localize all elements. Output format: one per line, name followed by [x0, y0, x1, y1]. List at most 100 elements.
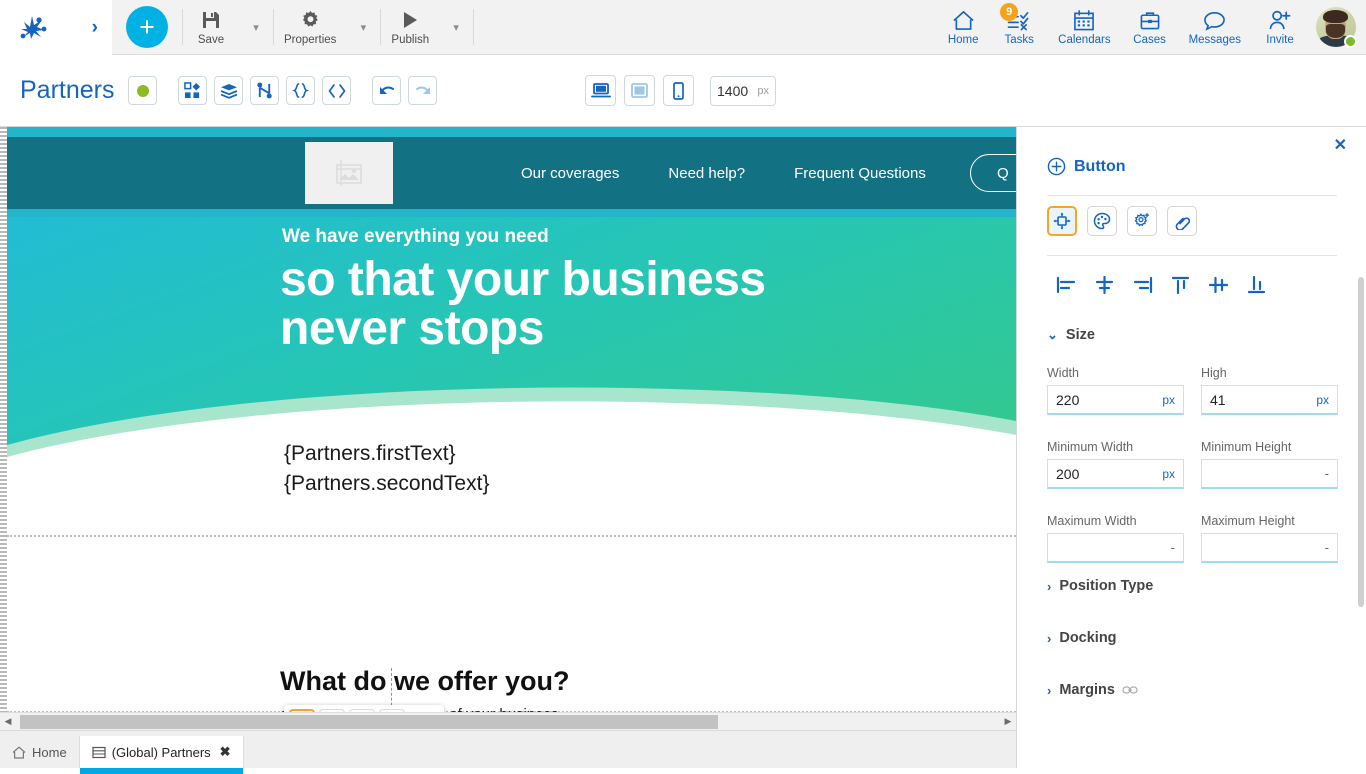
align-middle-vertical-button[interactable] — [1199, 271, 1237, 299]
hero-heading-line2: never stops — [280, 302, 544, 356]
avatar[interactable] — [1316, 7, 1357, 48]
docking-section-header[interactable]: › Docking — [1047, 630, 1117, 646]
size-section-header[interactable]: ⌄ Size — [1047, 327, 1095, 343]
redo-button[interactable] — [408, 76, 438, 105]
link-chain-icon[interactable] — [1122, 685, 1138, 695]
panel-mode-layout-button[interactable] — [1047, 206, 1077, 236]
tool-flow[interactable] — [250, 76, 280, 105]
align-left-button[interactable] — [1047, 271, 1085, 299]
min-width-label: Minimum Width — [1047, 440, 1134, 454]
max-height-input[interactable]: - — [1201, 533, 1338, 563]
chevron-right-icon[interactable]: › — [92, 18, 98, 37]
float-settings-button[interactable] — [349, 708, 375, 712]
scrollbar-thumb[interactable] — [20, 714, 718, 729]
nav-calendars[interactable]: Calendars — [1047, 0, 1121, 55]
scroll-left-arrow-icon[interactable]: ◀ — [0, 716, 16, 727]
undo-button[interactable] — [372, 76, 402, 105]
align-center-horizontal-icon — [1094, 276, 1115, 294]
min-height-input[interactable]: - — [1201, 459, 1338, 489]
position-type-section-header[interactable]: › Position Type — [1047, 578, 1153, 594]
divider — [473, 9, 475, 45]
braces-icon — [292, 82, 310, 99]
viewport-width-unit: px — [757, 84, 769, 97]
width-label: Width — [1047, 366, 1079, 380]
site-nav-link-faq[interactable]: Frequent Questions — [794, 165, 926, 182]
canvas-ruler-left — [0, 127, 7, 712]
panel-mode-buttons — [1047, 206, 1207, 236]
site-nav-links: Our coverages Need help? Frequent Questi… — [521, 165, 975, 182]
nav-invite[interactable]: Invite — [1252, 0, 1308, 55]
tool-layers[interactable] — [214, 76, 244, 105]
nav-tasks-label: Tasks — [1004, 34, 1034, 46]
align-right-button[interactable] — [1123, 271, 1161, 299]
margins-title: Margins — [1059, 682, 1115, 698]
min-width-value: 200 — [1056, 465, 1080, 482]
close-icon[interactable]: ✕ — [1334, 135, 1347, 155]
top-accent-strip — [7, 127, 1016, 137]
panel-mode-link-button[interactable] — [1167, 206, 1197, 236]
page-toolbar: Partners 1400 px — [0, 55, 1366, 162]
scroll-right-arrow-icon[interactable]: ▶ — [1000, 716, 1016, 727]
nav-cases[interactable]: Cases — [1122, 0, 1178, 55]
nav-tasks[interactable]: 9 Tasks — [991, 0, 1047, 55]
align-center-horizontal-button[interactable] — [1085, 271, 1123, 299]
publish-button[interactable]: Publish — [381, 0, 439, 55]
align-bottom-button[interactable] — [1237, 271, 1275, 299]
panel-mode-settings-button[interactable] — [1127, 206, 1157, 236]
hero-heading-line1: so that your business — [280, 253, 766, 306]
viewport-tablet[interactable] — [624, 75, 655, 106]
save-dropdown-caret[interactable]: ▾ — [239, 0, 273, 55]
page-title: Partners — [20, 76, 115, 104]
canvas-horizontal-scrollbar[interactable]: ◀ ▶ — [0, 712, 1016, 730]
tool-components[interactable] — [178, 76, 208, 105]
save-button[interactable]: Save — [183, 0, 239, 55]
high-input[interactable]: 41 px — [1201, 385, 1338, 415]
site-nav-cta[interactable]: Q — [970, 154, 1016, 192]
viewport-mobile[interactable] — [663, 75, 694, 106]
margins-section-header[interactable]: › Margins — [1047, 682, 1138, 698]
design-canvas[interactable]: Our coverages Need help? Frequent Questi… — [0, 127, 1016, 712]
bottom-tab-partners-label: (Global) Partners — [111, 744, 211, 760]
float-more-button[interactable] — [409, 708, 435, 712]
bottom-tab-home[interactable]: Home — [0, 736, 79, 768]
nav-messages[interactable]: Messages — [1178, 0, 1252, 55]
bottom-tab-partners[interactable]: (Global) Partners ✖ — [78, 736, 244, 774]
site-nav-link-coverages[interactable]: Our coverages — [521, 165, 619, 182]
tool-code[interactable] — [322, 76, 352, 105]
brand-zone: › — [0, 0, 112, 55]
add-button[interactable]: + — [126, 6, 168, 48]
brand-logo-icon[interactable] — [18, 14, 48, 40]
calendar-icon — [1073, 8, 1095, 32]
logo-placeholder[interactable] — [305, 142, 393, 204]
close-icon[interactable]: ✖ — [220, 744, 231, 760]
play-icon — [400, 8, 420, 32]
float-link-button[interactable] — [379, 708, 405, 712]
panel-scrollbar-thumb[interactable] — [1358, 277, 1364, 607]
publish-dropdown-caret[interactable]: ▾ — [439, 0, 473, 55]
float-move-resize-button[interactable] — [289, 708, 315, 712]
min-width-input[interactable]: 200 px — [1047, 459, 1184, 489]
page-status-indicator[interactable] — [128, 76, 158, 105]
nav-home[interactable]: Home — [935, 0, 991, 55]
site-nav-link-help[interactable]: Need help? — [668, 165, 745, 182]
viewport-desktop[interactable] — [585, 75, 616, 106]
width-input[interactable]: 220 px — [1047, 385, 1184, 415]
hero-heading: so that your business never stops — [280, 255, 766, 354]
scrollbar-track[interactable] — [16, 713, 1000, 731]
plus-circle-icon — [1047, 157, 1066, 176]
properties-button[interactable]: Properties — [274, 0, 346, 55]
width-value: 220 — [1056, 391, 1080, 408]
panel-mode-style-button[interactable] — [1087, 206, 1117, 236]
website-preview: Our coverages Need help? Frequent Questi… — [7, 127, 1016, 495]
align-left-icon — [1056, 276, 1077, 294]
max-width-input[interactable]: - — [1047, 533, 1184, 563]
viewport-width-input[interactable]: 1400 px — [710, 75, 776, 106]
redo-icon — [414, 83, 432, 98]
element-float-toolbar — [284, 705, 444, 712]
user-add-icon — [1268, 8, 1292, 32]
high-value: 41 — [1210, 391, 1226, 408]
align-top-button[interactable] — [1161, 271, 1199, 299]
properties-dropdown-caret[interactable]: ▾ — [346, 0, 380, 55]
float-style-button[interactable] — [319, 708, 345, 712]
tool-braces[interactable] — [286, 76, 316, 105]
